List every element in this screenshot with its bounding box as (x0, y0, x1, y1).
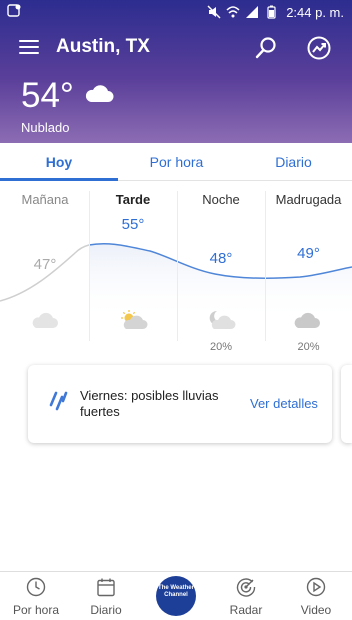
wifi-icon (226, 6, 240, 18)
period-name: Tarde (115, 192, 151, 207)
status-bar: 2:44 p. m. (0, 0, 352, 24)
menu-icon-line (19, 52, 39, 54)
status-time: 2:44 p. m. (286, 4, 344, 20)
search-icon[interactable] (254, 36, 278, 60)
nav-label: Por hora (12, 603, 60, 617)
column-divider (265, 191, 266, 341)
clock-icon (26, 577, 46, 597)
signal-icon (246, 6, 259, 18)
cloud-icon (294, 312, 320, 328)
partly-cloudy-night-icon (209, 310, 236, 329)
current-condition: Nublado (21, 120, 70, 135)
nav-label: Video (300, 603, 332, 617)
trending-icon[interactable] (306, 35, 332, 61)
trend-line-past (0, 244, 90, 302)
tab-diario[interactable]: Diario (235, 154, 352, 170)
cloud-icon (32, 312, 58, 328)
rain-icon (49, 391, 68, 411)
nav-diario[interactable]: Diario (71, 572, 141, 620)
period-name: Mañana (21, 192, 69, 207)
radar-icon (236, 578, 256, 597)
nav-video[interactable]: Video (281, 572, 351, 620)
menu-icon-line (19, 46, 39, 48)
alert-card[interactable]: Viernes: posibles lluvias fuertes Ver de… (28, 365, 332, 443)
precip-chance: 20% (209, 341, 233, 353)
forecast-panel[interactable]: Mañana 47° Tarde 55° Noche 48° 20% Madru… (0, 181, 352, 361)
battery-icon (267, 5, 276, 19)
view-details-link[interactable]: Ver detalles (250, 396, 318, 411)
top-bar: Austin, TX (0, 28, 352, 66)
nav-label: Radar (229, 603, 263, 617)
nav-label: Diario (90, 603, 122, 617)
location-title[interactable]: Austin, TX (56, 36, 150, 58)
nav-por-hora[interactable]: Por hora (1, 572, 71, 620)
precip-chance: 20% (297, 341, 320, 353)
header: 2:44 p. m. Austin, TX 54° Nublado (0, 0, 352, 143)
alert-text: Viernes: posibles lluvias fuertes (80, 388, 219, 419)
next-card-peek[interactable] (341, 365, 352, 443)
menu-icon-line (19, 40, 39, 42)
period-temp: 47° (33, 256, 57, 273)
tab-por-hora[interactable]: Por hora (118, 154, 235, 170)
period-temp: 49° (297, 245, 320, 262)
column-divider (89, 191, 90, 341)
period-name: Madrugada (275, 192, 342, 207)
period-temp: 55° (121, 216, 145, 233)
cloud-icon (85, 85, 114, 102)
tab-hoy[interactable]: Hoy (0, 154, 118, 170)
period-name: Noche (202, 192, 240, 207)
notification-icon (7, 4, 21, 17)
current-temperature: 54° (21, 76, 74, 115)
mute-icon (207, 5, 221, 19)
tab-bar: Hoy Por hora Diario (0, 143, 352, 181)
period-temp: 48° (209, 250, 233, 267)
partly-cloudy-day-icon (121, 310, 148, 329)
play-icon (306, 577, 326, 597)
nav-radar[interactable]: Radar (211, 572, 281, 620)
weather-channel-logo[interactable]: The Weather Channel (156, 576, 196, 616)
menu-button[interactable] (19, 40, 39, 56)
calendar-icon (97, 578, 115, 597)
